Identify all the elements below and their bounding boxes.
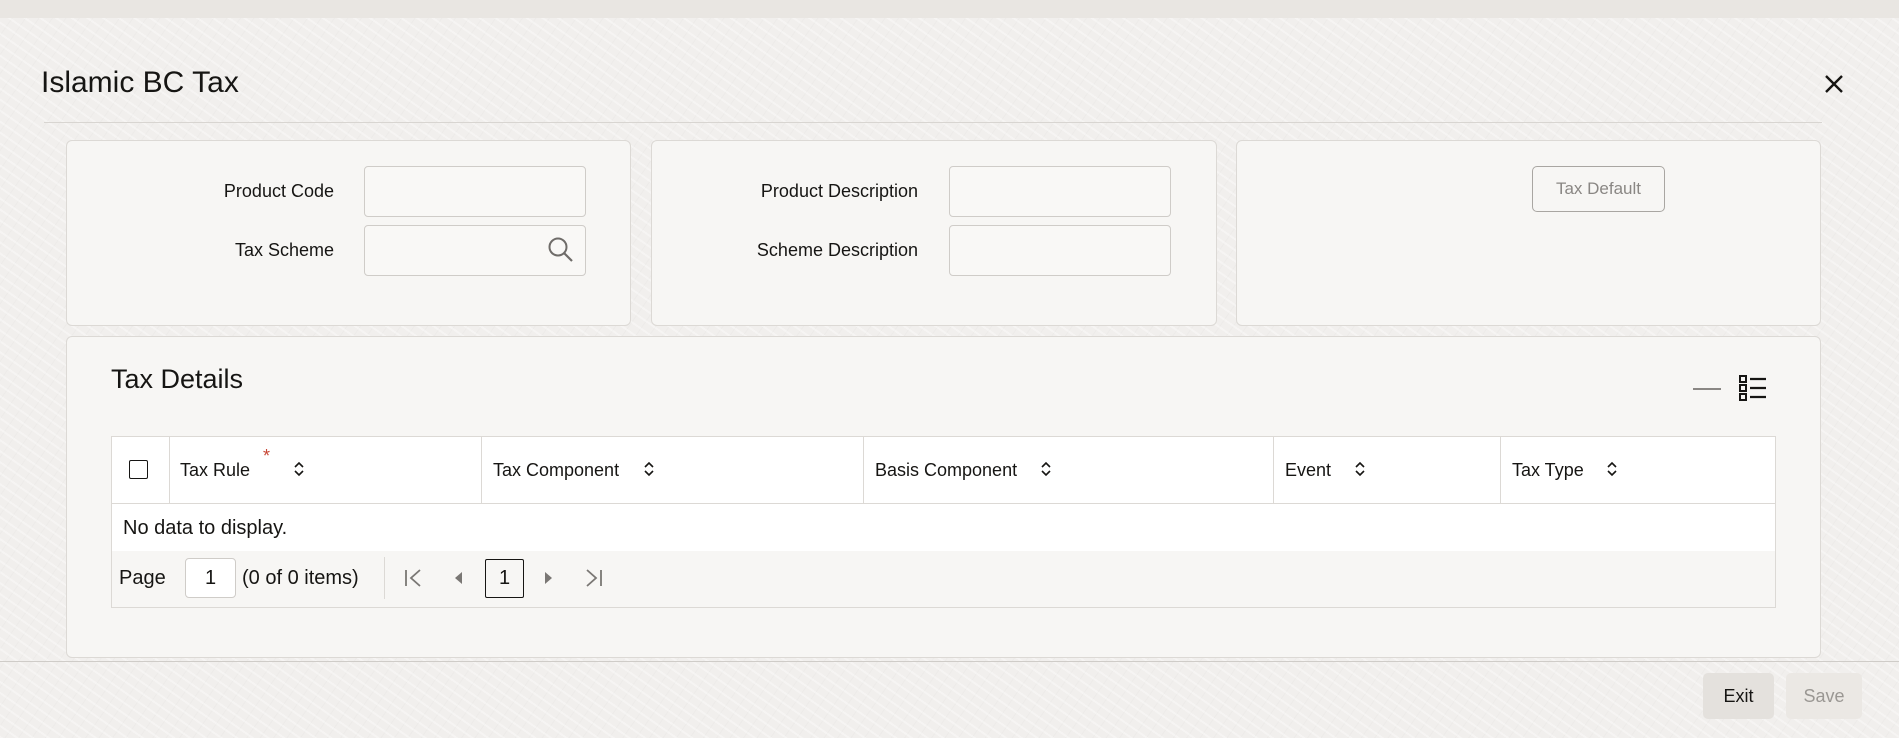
item-count: (0 of 0 items) — [242, 567, 359, 589]
product-code-input[interactable] — [364, 166, 586, 217]
scheme-description-label: Scheme Description — [756, 240, 918, 260]
actions-panel — [1236, 140, 1821, 326]
sort-icon[interactable] — [642, 459, 656, 479]
event-header: Event — [1285, 460, 1332, 480]
current-page-button[interactable]: 1 — [485, 559, 524, 598]
save-button[interactable]: Save — [1786, 673, 1862, 719]
window-title: Islamic BC Tax — [41, 66, 239, 99]
select-all-checkbox[interactable] — [129, 460, 148, 479]
next-page-icon[interactable] — [540, 566, 556, 590]
tax-details-table: Tax Rule * Tax Component Basis Component… — [111, 436, 1776, 608]
basis-component-header: Basis Component — [875, 460, 1018, 480]
column-tax-rule[interactable]: Tax Rule * — [170, 437, 482, 503]
table-header: Tax Rule * Tax Component Basis Component… — [112, 437, 1775, 504]
column-list-icon[interactable] — [1738, 373, 1768, 403]
sort-icon[interactable] — [1605, 459, 1619, 479]
select-all-column — [112, 437, 170, 503]
last-page-icon[interactable] — [582, 566, 604, 590]
top-strip — [0, 0, 1899, 18]
close-icon[interactable] — [1818, 68, 1850, 100]
first-page-icon[interactable] — [403, 566, 425, 590]
footer-divider — [0, 661, 1899, 662]
pager-divider — [384, 557, 385, 599]
column-tax-component[interactable]: Tax Component — [482, 437, 864, 503]
tax-component-header: Tax Component — [493, 460, 620, 480]
tax-default-button[interactable]: Tax Default — [1532, 166, 1665, 212]
column-basis-component[interactable]: Basis Component — [864, 437, 1274, 503]
product-description-label: Product Description — [760, 181, 918, 201]
tax-scheme-label: Tax Scheme — [234, 240, 334, 260]
tax-rule-header: Tax Rule — [180, 460, 251, 480]
column-tax-type[interactable]: Tax Type — [1501, 437, 1775, 503]
page-number-input[interactable] — [185, 558, 236, 598]
tax-details-title: Tax Details — [111, 364, 244, 394]
tax-type-header: Tax Type — [1512, 460, 1584, 480]
exit-button[interactable]: Exit — [1703, 673, 1774, 719]
sort-icon[interactable] — [292, 459, 306, 479]
sort-icon[interactable] — [1039, 459, 1053, 479]
page-label: Page — [119, 567, 166, 589]
required-indicator: * — [263, 446, 271, 466]
scheme-description-input[interactable] — [949, 225, 1171, 276]
empty-message: No data to display. — [123, 517, 288, 539]
product-code-label: Product Code — [223, 181, 334, 201]
sort-icon[interactable] — [1353, 459, 1367, 479]
title-divider — [44, 122, 1822, 123]
search-icon[interactable] — [547, 236, 575, 264]
pagination-bar: Page (0 of 0 items) 1 — [112, 551, 1775, 607]
product-description-input[interactable] — [949, 166, 1171, 217]
previous-page-icon[interactable] — [451, 566, 467, 590]
column-event[interactable]: Event — [1274, 437, 1501, 503]
minimize-icon[interactable] — [1693, 388, 1721, 390]
